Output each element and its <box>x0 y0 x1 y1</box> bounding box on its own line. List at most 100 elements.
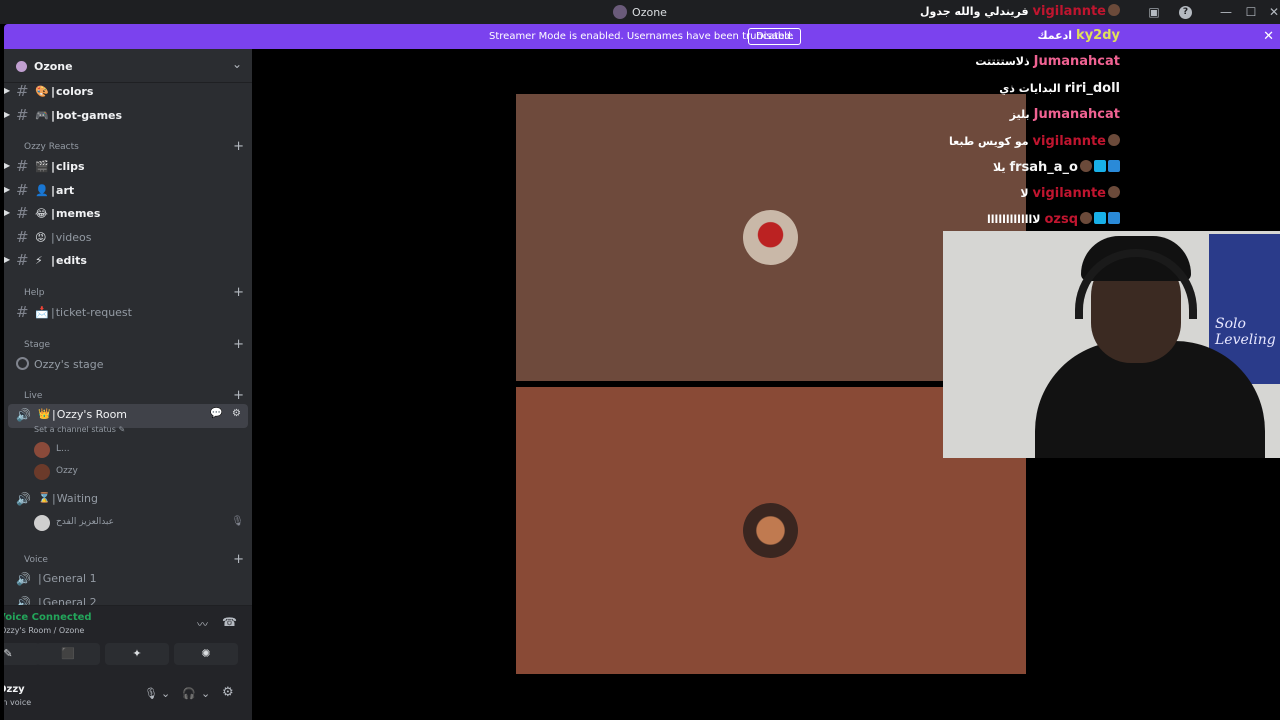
chevron-down-icon[interactable]: ⌄ <box>232 57 242 71</box>
hash-icon: # <box>16 181 29 199</box>
stage-label: Ozzy's stage <box>34 358 104 371</box>
channel-label: memes <box>51 207 100 220</box>
chat-avatar <box>1080 212 1092 224</box>
channel-emoji: ⚡ <box>35 254 43 267</box>
chat-badge-icon <box>1108 160 1120 172</box>
speaker-icon: 🔊 <box>16 572 31 586</box>
channel-emoji: 👤 <box>35 184 49 197</box>
stage-channel[interactable]: Ozzy's stage <box>4 354 252 376</box>
expand-arrow-icon[interactable]: ▶ <box>4 161 10 170</box>
expand-arrow-icon[interactable]: ▶ <box>4 255 10 264</box>
avatar <box>34 442 50 458</box>
chat-message-text: لا <box>1020 187 1029 200</box>
member-name: عبدالعزيز الفدح <box>56 517 115 527</box>
voice-member[interactable]: عبدالعزيز الفدح 🎙 <box>34 513 248 533</box>
server-header[interactable]: Ozone ⌄ <box>4 49 252 83</box>
channel-actions-icon[interactable]: 💬 ⚙ <box>210 408 244 419</box>
disable-streamer-mode-button[interactable]: Disable <box>748 28 802 45</box>
channel-status[interactable]: Set a channel status ✎ <box>34 425 125 434</box>
chevron-down-icon[interactable]: ⌄ <box>161 687 170 700</box>
stream-chat-overlay: فريندلي والله جدول vigilannte ادعمك ky2dy ذل… <box>920 0 1280 230</box>
chat-message-text: فريندلي والله جدول <box>920 5 1029 18</box>
hash-icon: # <box>16 157 29 175</box>
avatar <box>743 503 798 558</box>
chevron-down-icon[interactable]: ⌄ <box>201 687 210 700</box>
camera-button[interactable]: ✎ <box>4 643 40 665</box>
add-channel-icon[interactable]: + <box>233 337 244 352</box>
category-stage[interactable]: Stage + <box>12 337 252 354</box>
channel-bot-games[interactable]: ▶ # 🎮 bot-games <box>4 105 252 127</box>
channel-ticket-request[interactable]: # 📩 ticket-request <box>4 302 252 324</box>
poster-text: Solo Leveling <box>1215 316 1276 348</box>
channel-emoji: 📩 <box>35 306 49 319</box>
voice-member[interactable]: Ozzy <box>34 462 248 482</box>
username[interactable]: Ozzy <box>4 684 25 695</box>
category-ozzy-reacts[interactable]: Ozzy Reacts + <box>12 139 252 156</box>
category-label: Live <box>24 391 43 401</box>
activities-button[interactable]: ✦ <box>105 643 169 665</box>
channel-clips[interactable]: ▶ # 🎬 clips <box>4 156 252 178</box>
category-live[interactable]: Live + <box>12 388 252 405</box>
screen-share-button[interactable]: ⬛ <box>36 643 100 665</box>
channel-edits[interactable]: ▶ # ⚡ edits <box>4 250 252 272</box>
voice-location[interactable]: Ozzy's Room / Ozone <box>4 626 84 635</box>
voice-channel-waiting[interactable]: 🔊 ⌛ Waiting <box>8 488 248 512</box>
add-channel-icon[interactable]: + <box>233 285 244 300</box>
expand-arrow-icon[interactable]: ▶ <box>4 110 10 119</box>
noise-suppression-icon[interactable]: 〰 <box>197 616 208 632</box>
expand-arrow-icon[interactable]: ▶ <box>4 185 10 194</box>
chat-username: vigilannte <box>1032 134 1106 149</box>
chat-badge-icon <box>1108 212 1120 224</box>
disconnect-icon[interactable]: ☎ <box>222 615 237 629</box>
chat-message: يلا frsah_a_o <box>993 156 1120 176</box>
hash-icon: # <box>16 228 29 246</box>
hash-icon: # <box>16 303 29 321</box>
muted-mic-icon: 🎙 <box>231 516 244 527</box>
webcam-overlay: Solo Leveling <box>943 231 1280 458</box>
chat-message: فريندلي والله جدول vigilannte <box>920 0 1120 20</box>
category-label: Voice <box>24 555 48 565</box>
voice-channel-general-1[interactable]: 🔊 General 1 <box>8 568 248 592</box>
channel-art[interactable]: ▶ # 👤 art <box>4 180 252 202</box>
chat-username: Jumanahcat <box>1033 54 1120 69</box>
server-icon <box>16 61 27 72</box>
member-name: L... <box>56 444 70 454</box>
speaker-icon: 🔊 <box>16 408 31 422</box>
voice-member[interactable]: L... <box>34 440 248 460</box>
chat-message-text: لااااااااااااا <box>987 213 1041 226</box>
channel-memes[interactable]: ▶ # 😂 memes <box>4 203 252 225</box>
chat-message-text: البدايات ذي <box>999 82 1061 95</box>
channel-label: Ozzy's Room <box>52 408 127 421</box>
user-status: In voice <box>4 698 32 707</box>
chat-avatar <box>1108 186 1120 198</box>
category-voice[interactable]: Voice + <box>12 552 252 569</box>
chat-message: ادعمك ky2dy <box>1038 24 1121 44</box>
voice-connected-status[interactable]: Voice Connected <box>4 612 92 623</box>
add-channel-icon[interactable]: + <box>233 552 244 567</box>
chat-avatar <box>1108 134 1120 146</box>
chat-message: ذلاستتتتت Jumanahcat <box>975 50 1120 70</box>
expand-arrow-icon[interactable]: ▶ <box>4 86 10 95</box>
chat-message: مو كويس طبعا vigilannte <box>949 130 1120 150</box>
server-icon <box>613 5 628 19</box>
add-channel-icon[interactable]: + <box>233 139 244 154</box>
hash-icon: # <box>16 82 29 100</box>
channel-colors[interactable]: ▶ # 🎨 colors <box>4 81 252 103</box>
expand-arrow-icon[interactable]: ▶ <box>4 208 10 217</box>
category-help[interactable]: Help + <box>12 285 252 302</box>
headset-icon[interactable]: 🎧 <box>182 687 196 700</box>
chat-username: vigilannte <box>1032 186 1106 201</box>
channel-emoji: 🎮 <box>35 109 49 122</box>
chat-username: ozsq <box>1044 212 1078 227</box>
add-channel-icon[interactable]: + <box>233 388 244 403</box>
channel-videos[interactable]: # 😡 videos <box>4 227 252 249</box>
settings-gear-icon[interactable]: ⚙ <box>222 685 234 700</box>
channel-emoji: ⌛ <box>38 493 51 504</box>
mic-icon[interactable]: 🎙 <box>144 687 158 700</box>
chat-message-text: ادعمك <box>1037 29 1073 42</box>
soundboard-button[interactable]: ✺ <box>174 643 238 665</box>
channel-sidebar: Ozone ⌄ ▶ # 🎨 colors ▶ # 🎮 bot-games Ozz… <box>4 49 252 720</box>
chat-message: لااااااااااااا ozsq <box>987 208 1120 228</box>
chat-avatar <box>1108 4 1120 16</box>
member-name: Ozzy <box>56 466 78 476</box>
